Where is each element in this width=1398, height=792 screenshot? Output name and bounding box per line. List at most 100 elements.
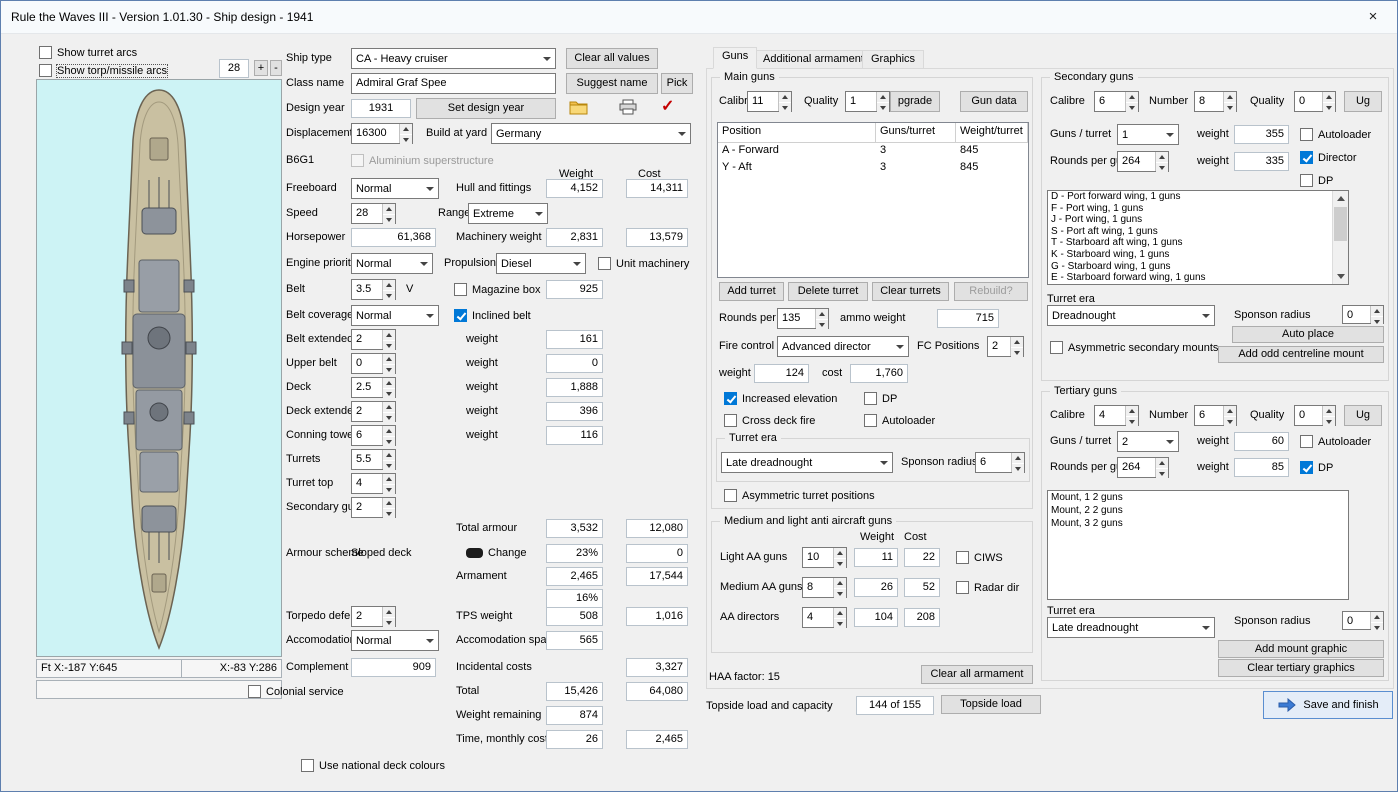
conning-tower-spinner[interactable]: 6 <box>351 425 396 447</box>
spinner-buttons[interactable] <box>382 330 395 351</box>
clear-all-values-button[interactable]: Clear all values <box>566 48 658 69</box>
pick-name-button[interactable]: Pick <box>661 73 693 94</box>
secondary-positions-list[interactable]: D - Port forward wing, 1 guns F - Port w… <box>1047 190 1349 285</box>
spinner-buttons[interactable] <box>1010 337 1023 358</box>
asymmetric-turret-positions-checkbox[interactable]: Asymmetric turret positions <box>724 488 875 503</box>
deck-extended-spinner[interactable]: 2 <box>351 401 396 423</box>
sec-quality-spinner[interactable]: 0 <box>1294 91 1336 113</box>
ter-upgrade-button[interactable]: Ug <box>1344 405 1382 426</box>
ter-dp-checkbox[interactable]: DP <box>1300 460 1333 475</box>
fire-control-select[interactable]: Advanced director <box>777 336 909 357</box>
speed-spinner[interactable]: 28 <box>351 203 396 225</box>
list-item[interactable]: E - Starboard forward wing, 1 guns <box>1048 272 1348 284</box>
spinner-buttons[interactable] <box>382 402 395 423</box>
spinner-buttons[interactable] <box>1223 406 1236 427</box>
radar-dir-checkbox[interactable]: Radar dir <box>956 580 1019 595</box>
ship-design-canvas[interactable] <box>36 79 282 657</box>
spinner-buttons[interactable] <box>399 124 412 145</box>
turrets-spinner[interactable]: 5.5 <box>351 449 396 471</box>
gun-data-button[interactable]: Gun data <box>960 91 1028 112</box>
scrollbar-thumb[interactable] <box>1334 207 1347 241</box>
main-autoloader-checkbox[interactable]: Autoloader <box>864 413 935 428</box>
main-quality-spinner[interactable]: 1 <box>845 91 890 113</box>
scrollbar-track[interactable] <box>1333 242 1348 269</box>
list-item[interactable]: S - Port aft wing, 1 guns <box>1048 226 1348 238</box>
spinner-buttons[interactable] <box>1125 406 1138 427</box>
spinner-buttons[interactable] <box>1322 92 1335 113</box>
sec-dp-checkbox[interactable]: DP <box>1300 173 1333 188</box>
light-aa-spinner[interactable]: 10 <box>802 547 847 569</box>
cross-deck-fire-checkbox[interactable]: Cross deck fire <box>724 413 815 428</box>
show-turret-arcs-checkbox[interactable]: Show turret arcs <box>39 45 137 60</box>
set-design-year-button[interactable]: Set design year <box>416 98 556 119</box>
tab-graphics[interactable]: Graphics <box>862 50 925 69</box>
spinner-buttons[interactable] <box>876 92 889 113</box>
belt-extended-spinner[interactable]: 2 <box>351 329 396 351</box>
national-deck-colours-checkbox[interactable]: Use national deck colours <box>301 758 445 773</box>
list-item[interactable]: J - Port wing, 1 guns <box>1048 214 1348 226</box>
spinner-buttons[interactable] <box>1322 406 1335 427</box>
spinner-buttons[interactable] <box>1223 92 1236 113</box>
upper-belt-spinner[interactable]: 0 <box>351 353 396 375</box>
main-upgrade-button[interactable]: pgrade <box>890 91 940 112</box>
sec-upgrade-button[interactable]: Ug <box>1344 91 1382 112</box>
range-select[interactable]: Extreme <box>468 203 548 224</box>
tertiary-mounts-list[interactable]: Mount, 1 2 guns Mount, 2 2 guns Mount, 3… <box>1047 490 1349 600</box>
ter-quality-spinner[interactable]: 0 <box>1294 405 1336 427</box>
list-item[interactable]: F - Port wing, 1 guns <box>1048 203 1348 215</box>
list-item[interactable]: Mount, 2 2 guns <box>1048 504 1348 517</box>
spinner-buttons[interactable] <box>1370 306 1383 327</box>
inclined-belt-checkbox[interactable]: Inclined belt <box>454 308 531 323</box>
clear-tertiary-graphics-button[interactable]: Clear tertiary graphics <box>1218 659 1384 677</box>
spinner-buttons[interactable] <box>382 498 395 519</box>
validate-check-icon[interactable]: ✓ <box>661 99 674 115</box>
spinner-buttons[interactable] <box>382 378 395 399</box>
show-torp-arcs-checkbox[interactable]: Show torp/missile arcs <box>39 63 169 78</box>
ter-turret-era-select[interactable]: Late dreadnought <box>1047 617 1215 638</box>
spinner-buttons[interactable] <box>382 280 395 301</box>
topside-load-button[interactable]: Topside load <box>941 695 1041 714</box>
list-item[interactable]: Mount, 1 2 guns <box>1048 491 1348 504</box>
sec-director-checkbox[interactable]: Director <box>1300 150 1357 165</box>
magazine-box-checkbox[interactable]: Magazine box <box>454 282 541 297</box>
table-row[interactable]: A - Forward 3 845 <box>718 143 1028 160</box>
unit-machinery-checkbox[interactable]: Unit machinery <box>598 256 689 271</box>
add-mount-graphic-button[interactable]: Add mount graphic <box>1218 640 1384 658</box>
secondary-guns-armour-spinner[interactable]: 2 <box>351 497 396 519</box>
spinner-buttons[interactable] <box>1370 612 1383 633</box>
spinner-buttons[interactable] <box>1011 453 1024 474</box>
tab-guns[interactable]: Guns <box>713 47 758 69</box>
medium-aa-spinner[interactable]: 8 <box>802 577 847 599</box>
ter-rounds-spinner[interactable]: 264 <box>1117 457 1169 479</box>
save-and-finish-button[interactable]: Save and finish <box>1263 691 1393 719</box>
freeboard-select[interactable]: Normal <box>351 178 439 199</box>
class-name-input[interactable]: Admiral Graf Spee <box>351 73 556 94</box>
ter-guns-per-turret-select[interactable]: 2 <box>1117 431 1179 452</box>
displacement-spinner[interactable]: 16300 <box>351 123 413 145</box>
change-armour-icon[interactable] <box>466 548 483 558</box>
turret-top-spinner[interactable]: 4 <box>351 473 396 495</box>
list-item[interactable]: D - Port forward wing, 1 guns <box>1048 191 1348 203</box>
print-icon[interactable] <box>619 99 637 118</box>
list-item[interactable]: Mount, 3 2 guns <box>1048 517 1348 530</box>
ciws-checkbox[interactable]: CIWS <box>956 550 1003 565</box>
spinner-buttons[interactable] <box>1155 458 1168 479</box>
spinner-buttons[interactable] <box>382 450 395 471</box>
accomodation-select[interactable]: Normal <box>351 630 439 651</box>
ter-number-spinner[interactable]: 6 <box>1194 405 1237 427</box>
clear-turrets-button[interactable]: Clear turrets <box>872 282 949 301</box>
increased-elevation-checkbox[interactable]: Increased elevation <box>724 391 837 406</box>
main-dp-checkbox[interactable]: DP <box>864 391 897 406</box>
build-at-yard-select[interactable]: Germany <box>491 123 691 144</box>
list-item[interactable]: K - Starboard wing, 1 guns <box>1048 249 1348 261</box>
main-guns-table[interactable]: Position Guns/turret Weight/turret A - F… <box>717 122 1029 278</box>
engine-priority-select[interactable]: Normal <box>351 253 433 274</box>
sec-sponson-radius-spinner[interactable]: 0 <box>1342 305 1384 327</box>
spinner-buttons[interactable] <box>833 608 846 629</box>
spinner-buttons[interactable] <box>382 607 395 628</box>
spinner-buttons[interactable] <box>778 92 791 113</box>
belt-coverage-select[interactable]: Normal <box>351 305 439 326</box>
aa-directors-spinner[interactable]: 4 <box>802 607 847 629</box>
belt-spinner[interactable]: 3.5 <box>351 279 396 301</box>
ship-type-select[interactable]: CA - Heavy cruiser <box>351 48 556 69</box>
